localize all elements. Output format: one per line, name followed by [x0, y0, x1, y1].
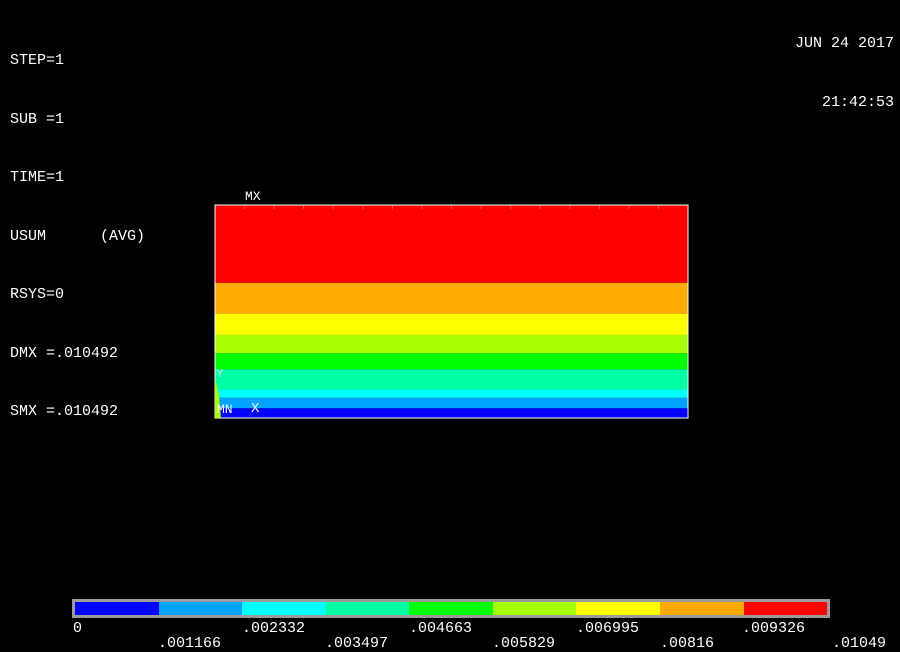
contour-band-2 — [215, 389, 688, 398]
legend-swatch-0 — [75, 602, 159, 615]
contour-legend-bar — [72, 599, 830, 618]
legend-swatch-1 — [158, 602, 243, 615]
legend-swatch-5 — [492, 602, 577, 615]
contour-band-5 — [215, 334, 688, 354]
legend-swatch-8 — [743, 602, 828, 615]
min-label: MN — [217, 402, 233, 417]
legend-tick-0: 0 — [73, 620, 83, 637]
legend-tick-6: .006995 — [576, 620, 640, 637]
legend-swatch-7 — [659, 602, 744, 615]
contour-plot[interactable]: MX MN X Y — [0, 0, 900, 652]
legend-tick-8: .009326 — [742, 620, 806, 637]
contour-bands — [215, 205, 688, 418]
legend-tick-7: .00816 — [660, 635, 715, 652]
contour-band-4 — [215, 353, 688, 370]
legend-tick-1: .001166 — [158, 635, 222, 652]
legend-tick-3: .003497 — [325, 635, 389, 652]
legend-swatch-3 — [325, 602, 410, 615]
contour-band-8 — [215, 205, 688, 283]
contour-band-0 — [215, 408, 688, 418]
contour-band-6 — [215, 313, 688, 335]
legend-tick-4: .004663 — [409, 620, 473, 637]
legend-swatch-4 — [409, 602, 493, 615]
contour-band-7 — [215, 282, 688, 314]
y-axis-label: Y — [216, 367, 223, 381]
contour-band-1 — [215, 397, 688, 409]
legend-tick-5: .005829 — [492, 635, 556, 652]
x-axis-label: X — [251, 401, 260, 417]
legend-swatch-2 — [242, 602, 326, 615]
max-label: MX — [245, 189, 261, 204]
legend-swatch-6 — [576, 602, 660, 615]
legend-tick-2: .002332 — [242, 620, 306, 637]
contour-band-3 — [215, 369, 688, 390]
legend-tick-9: .01049 — [832, 635, 887, 652]
